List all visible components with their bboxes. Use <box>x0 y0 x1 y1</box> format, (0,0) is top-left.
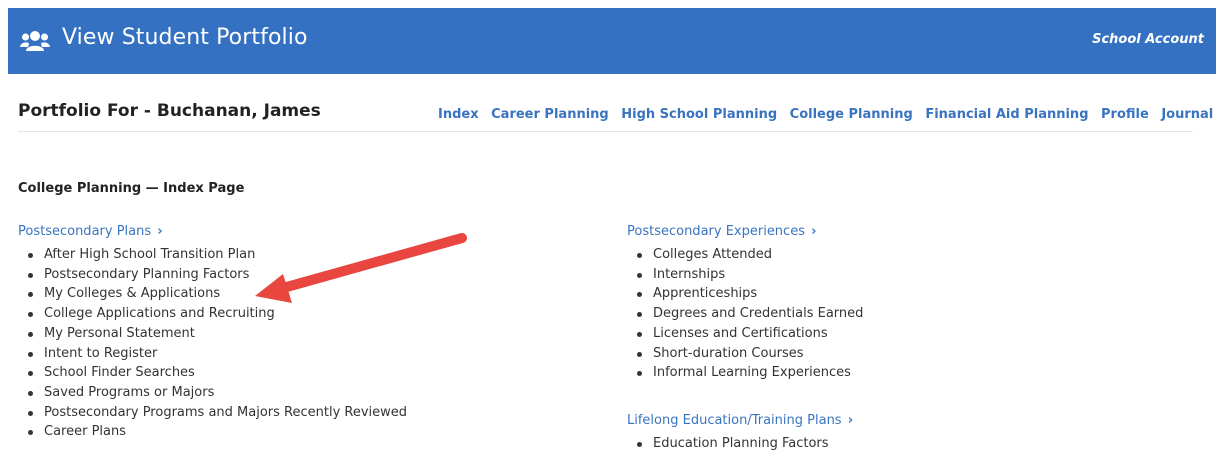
nav-career-planning[interactable]: Career Planning <box>491 107 609 122</box>
chevron-right-icon: › <box>847 413 854 428</box>
lifelong-education-heading: Lifelong Education/Training Plans <box>627 413 842 428</box>
chevron-right-icon: › <box>811 224 817 239</box>
postsecondary-experiences-link[interactable]: Postsecondary Experiences › <box>627 224 863 239</box>
list-item: My Colleges & Applications <box>27 284 407 304</box>
chevron-right-icon: › <box>157 224 163 239</box>
postsecondary-experiences-heading: Postsecondary Experiences <box>627 224 805 239</box>
nav-profile[interactable]: Profile <box>1101 107 1149 122</box>
list-item: Education Planning Factors <box>636 434 853 454</box>
divider <box>18 131 1193 132</box>
section-title: College Planning — Index Page <box>18 181 245 196</box>
nav-financial-aid-planning[interactable]: Financial Aid Planning <box>925 107 1088 122</box>
nav-journal[interactable]: Journal <box>1161 107 1213 122</box>
list-item: My Personal Statement <box>27 324 407 344</box>
list-item: Postsecondary Programs and Majors Recent… <box>27 403 407 423</box>
list-item: Licenses and Certifications <box>636 324 863 344</box>
postsecondary-experiences-section: Postsecondary Experiences › Colleges Att… <box>627 224 863 383</box>
nav-college-planning[interactable]: College Planning <box>790 107 913 122</box>
list-item: Saved Programs or Majors <box>27 383 407 403</box>
portfolio-title: Portfolio For - Buchanan, James <box>18 101 321 121</box>
postsecondary-plans-section: Postsecondary Plans › After High School … <box>18 224 407 442</box>
portfolio-nav: Index Career Planning High School Planni… <box>438 107 1221 122</box>
page-title: View Student Portfolio <box>62 25 308 50</box>
postsecondary-plans-list: After High School Transition Plan Postse… <box>18 245 407 442</box>
lifelong-education-list: Education Planning Factors <box>627 434 853 454</box>
nav-index[interactable]: Index <box>438 107 479 122</box>
list-item: Degrees and Credentials Earned <box>636 304 863 324</box>
list-item: Intent to Register <box>27 344 407 364</box>
list-item: After High School Transition Plan <box>27 245 407 265</box>
postsecondary-plans-link[interactable]: Postsecondary Plans › <box>18 224 407 239</box>
school-account-link[interactable]: School Account <box>1092 32 1204 47</box>
nav-high-school-planning[interactable]: High School Planning <box>621 107 777 122</box>
list-item: Internships <box>636 265 863 285</box>
postsecondary-experiences-list: Colleges Attended Internships Apprentice… <box>627 245 863 383</box>
list-item: Colleges Attended <box>636 245 863 265</box>
list-item: Postsecondary Planning Factors <box>27 265 407 285</box>
list-item: School Finder Searches <box>27 363 407 383</box>
list-item: Informal Learning Experiences <box>636 363 863 383</box>
users-icon <box>20 31 50 51</box>
list-item: College Applications and Recruiting <box>27 304 407 324</box>
postsecondary-plans-heading: Postsecondary Plans <box>18 224 152 239</box>
lifelong-education-section: Lifelong Education/Training Plans › Educ… <box>627 413 853 454</box>
list-item: Career Plans <box>27 422 407 442</box>
page-header: View Student Portfolio School Account <box>8 8 1216 74</box>
list-item: Apprenticeships <box>636 284 863 304</box>
lifelong-education-link[interactable]: Lifelong Education/Training Plans › <box>627 413 853 428</box>
list-item: Short-duration Courses <box>636 344 863 364</box>
